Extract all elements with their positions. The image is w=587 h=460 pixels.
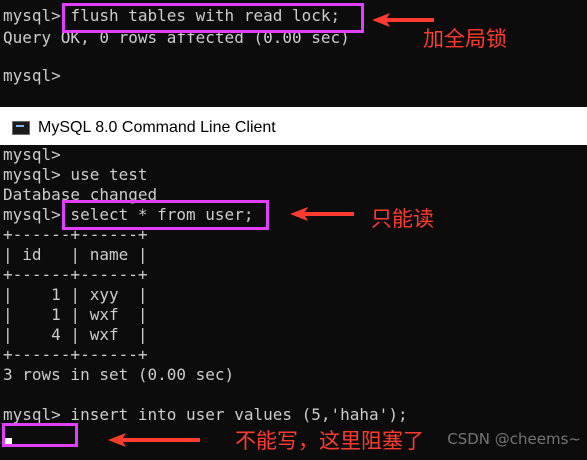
table-header: | id | name | — [3, 245, 148, 264]
annotation-blocked: 不能写，这里阻塞了 — [235, 429, 424, 453]
window-title: MySQL 8.0 Command Line Client — [38, 119, 276, 136]
highlight-box-cursor — [2, 423, 78, 447]
table-row: | 1 | wxf | — [3, 305, 148, 324]
terminal-line: mysql> — [3, 66, 61, 85]
terminal-line: mysql> insert into user values (5,'haha'… — [3, 405, 408, 424]
table-row: | 1 | xyy | — [3, 285, 148, 304]
terminal-line: mysql> — [3, 145, 61, 164]
table-row: | 4 | wxf | — [3, 325, 148, 344]
annotation-read-only: 只能读 — [371, 207, 434, 231]
arrow-left-icon — [108, 433, 200, 447]
window-title-bar[interactable]: MySQL 8.0 Command Line Client — [0, 111, 587, 145]
highlight-box-select-command — [62, 200, 269, 230]
table-border: +------+------+ — [3, 265, 148, 284]
terminal-line: mysql> use test — [3, 165, 148, 184]
mysql-console-icon — [12, 121, 30, 135]
terminal-line: 3 rows in set (0.00 sec) — [3, 365, 235, 384]
terminal-bottom[interactable]: mysql> mysql> use test Database changed … — [0, 145, 587, 460]
table-border: +------+------+ — [3, 345, 148, 364]
annotation-global-lock: 加全局锁 — [423, 27, 507, 51]
highlight-box-lock-command — [62, 3, 364, 33]
watermark: CSDN @cheems~ — [447, 430, 581, 448]
arrow-left-icon — [290, 207, 354, 221]
